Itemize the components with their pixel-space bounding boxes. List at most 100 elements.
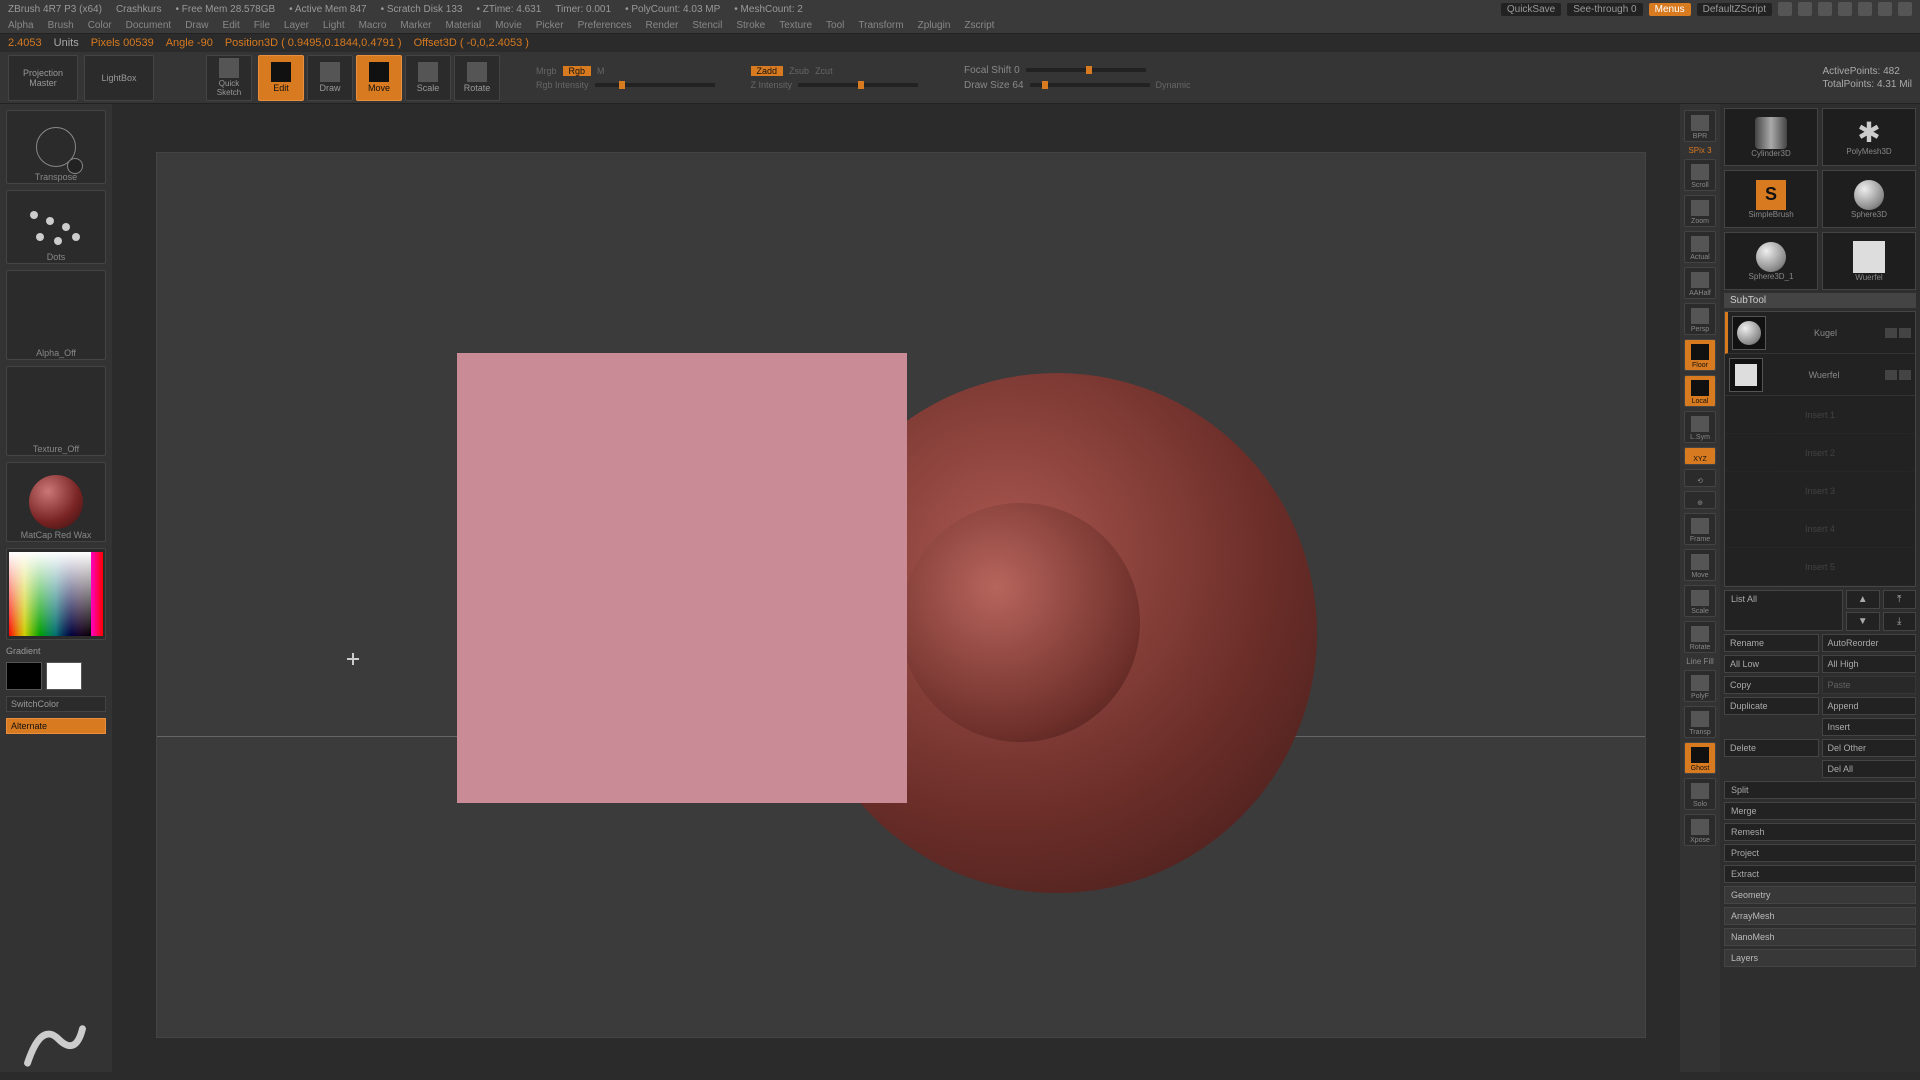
move-bottom-button[interactable]: ⤓ [1883,612,1917,631]
menu-light[interactable]: Light [323,20,345,31]
rot-icon-button[interactable]: ⟲ [1684,469,1716,487]
nanomesh-section[interactable]: NanoMesh [1724,928,1916,946]
canvas[interactable] [112,104,1680,1072]
zsub-button[interactable]: Zsub [789,66,809,76]
gradient-label[interactable]: Gradient [6,646,106,656]
zscript-button[interactable]: DefaultZScript [1697,3,1772,16]
transp-button[interactable]: Transp [1684,706,1716,738]
subtool-row-wuerfel[interactable]: Wuerfel [1725,354,1915,396]
menu-stroke[interactable]: Stroke [736,20,765,31]
split-button[interactable]: Split [1724,781,1916,799]
bpr-button[interactable]: BPR [1684,110,1716,142]
menu-macro[interactable]: Macro [359,20,387,31]
zcut-button[interactable]: Zcut [815,66,833,76]
tool-polymesh[interactable]: ✱PolyMesh3D [1822,108,1916,166]
quicksketch-button[interactable]: Quick Sketch [206,55,252,101]
window-maximize-icon[interactable] [1878,2,1892,16]
local-button[interactable]: Local [1684,375,1716,407]
focal-shift-slider[interactable] [1026,68,1146,72]
geometry-section[interactable]: Geometry [1724,886,1916,904]
delother-button[interactable]: Del Other [1822,739,1917,757]
polyf-button[interactable]: PolyF [1684,670,1716,702]
m-button[interactable]: M [597,66,605,76]
cam-move-button[interactable]: Move [1684,549,1716,581]
menu-render[interactable]: Render [646,20,679,31]
menu-draw[interactable]: Draw [185,20,208,31]
rename-button[interactable]: Rename [1724,634,1819,652]
menu-material[interactable]: Material [446,20,482,31]
ghost-button[interactable]: Ghost [1684,742,1716,774]
paint-icon[interactable] [1885,370,1897,380]
draw-mode-button[interactable]: Draw [307,55,353,101]
menu-marker[interactable]: Marker [400,20,431,31]
merge-button[interactable]: Merge [1724,802,1916,820]
projection-master-button[interactable]: Projection Master [8,55,78,101]
xpose-button[interactable]: Xpose [1684,814,1716,846]
menu-color[interactable]: Color [88,20,112,31]
mrgb-button[interactable]: Mrgb [536,66,557,76]
layers-section[interactable]: Layers [1724,949,1916,967]
duplicate-button[interactable]: Duplicate [1724,697,1819,715]
scale-mode-button[interactable]: Scale [405,55,451,101]
menu-zplugin[interactable]: Zplugin [918,20,951,31]
delete-button[interactable]: Delete [1724,739,1819,757]
menu-zscript[interactable]: Zscript [964,20,994,31]
solo-button[interactable]: Solo [1684,778,1716,810]
window-close-icon[interactable] [1898,2,1912,16]
window-minimize-icon[interactable] [1858,2,1872,16]
z-intensity-slider[interactable] [798,83,918,87]
move-top-button[interactable]: ⤒ [1883,590,1917,609]
xyz-button[interactable]: XYZ [1684,447,1716,465]
draw-size-slider[interactable] [1030,83,1150,87]
rotate-mode-button[interactable]: Rotate [454,55,500,101]
insert-button[interactable]: Insert [1822,718,1917,736]
move-down-button[interactable]: ▼ [1846,612,1880,631]
menu-movie[interactable]: Movie [495,20,522,31]
persp-button[interactable]: Persp [1684,303,1716,335]
eye-icon[interactable] [1899,328,1911,338]
menu-document[interactable]: Document [126,20,172,31]
floor-button[interactable]: Floor [1684,339,1716,371]
window-icon-2[interactable] [1798,2,1812,16]
color-picker[interactable] [6,548,106,640]
switchcolor-button[interactable]: SwitchColor [6,696,106,712]
target-icon-button[interactable]: ⊕ [1684,491,1716,509]
edit-mode-button[interactable]: Edit [258,55,304,101]
move-mode-button[interactable]: Move [356,55,402,101]
subtool-row-kugel[interactable]: Kugel [1725,312,1915,354]
document-viewport[interactable] [156,152,1646,1038]
menu-texture[interactable]: Texture [779,20,812,31]
window-icon-1[interactable] [1778,2,1792,16]
menu-tool[interactable]: Tool [826,20,844,31]
zadd-button[interactable]: Zadd [751,66,784,76]
subtool-header[interactable]: SubTool [1724,293,1916,308]
seethrough-slider[interactable]: See-through 0 [1567,3,1642,16]
list-all-button[interactable]: List All [1724,590,1843,631]
lightbox-button[interactable]: LightBox [84,55,154,101]
scroll-button[interactable]: Scroll [1684,159,1716,191]
stroke-button[interactable]: Dots [6,190,106,264]
paste-button[interactable]: Paste [1822,676,1917,694]
actual-button[interactable]: Actual [1684,231,1716,263]
eye-icon[interactable] [1899,370,1911,380]
copy-button[interactable]: Copy [1724,676,1819,694]
rgb-button[interactable]: Rgb [563,66,592,76]
alpha-button[interactable]: Alpha_Off [6,270,106,360]
zoom-button[interactable]: Zoom [1684,195,1716,227]
menu-transform[interactable]: Transform [858,20,903,31]
transpose-button[interactable]: Transpose [6,110,106,184]
main-color-swatch[interactable] [6,662,42,690]
cam-scale-button[interactable]: Scale [1684,585,1716,617]
material-button[interactable]: MatCap Red Wax [6,462,106,542]
spix-label[interactable]: SPix 3 [1688,146,1711,155]
dynamic-label[interactable]: Dynamic [1156,80,1191,90]
aahalf-button[interactable]: AAHalf [1684,267,1716,299]
tool-sphere3d-1[interactable]: Sphere3D_1 [1724,232,1818,290]
append-button[interactable]: Append [1822,697,1917,715]
menu-edit[interactable]: Edit [223,20,240,31]
tool-wuerfel[interactable]: Wuerfel [1822,232,1916,290]
arraymesh-section[interactable]: ArrayMesh [1724,907,1916,925]
window-icon-3[interactable] [1818,2,1832,16]
rgb-intensity-slider[interactable] [595,83,715,87]
alternate-button[interactable]: Alternate [6,718,106,734]
